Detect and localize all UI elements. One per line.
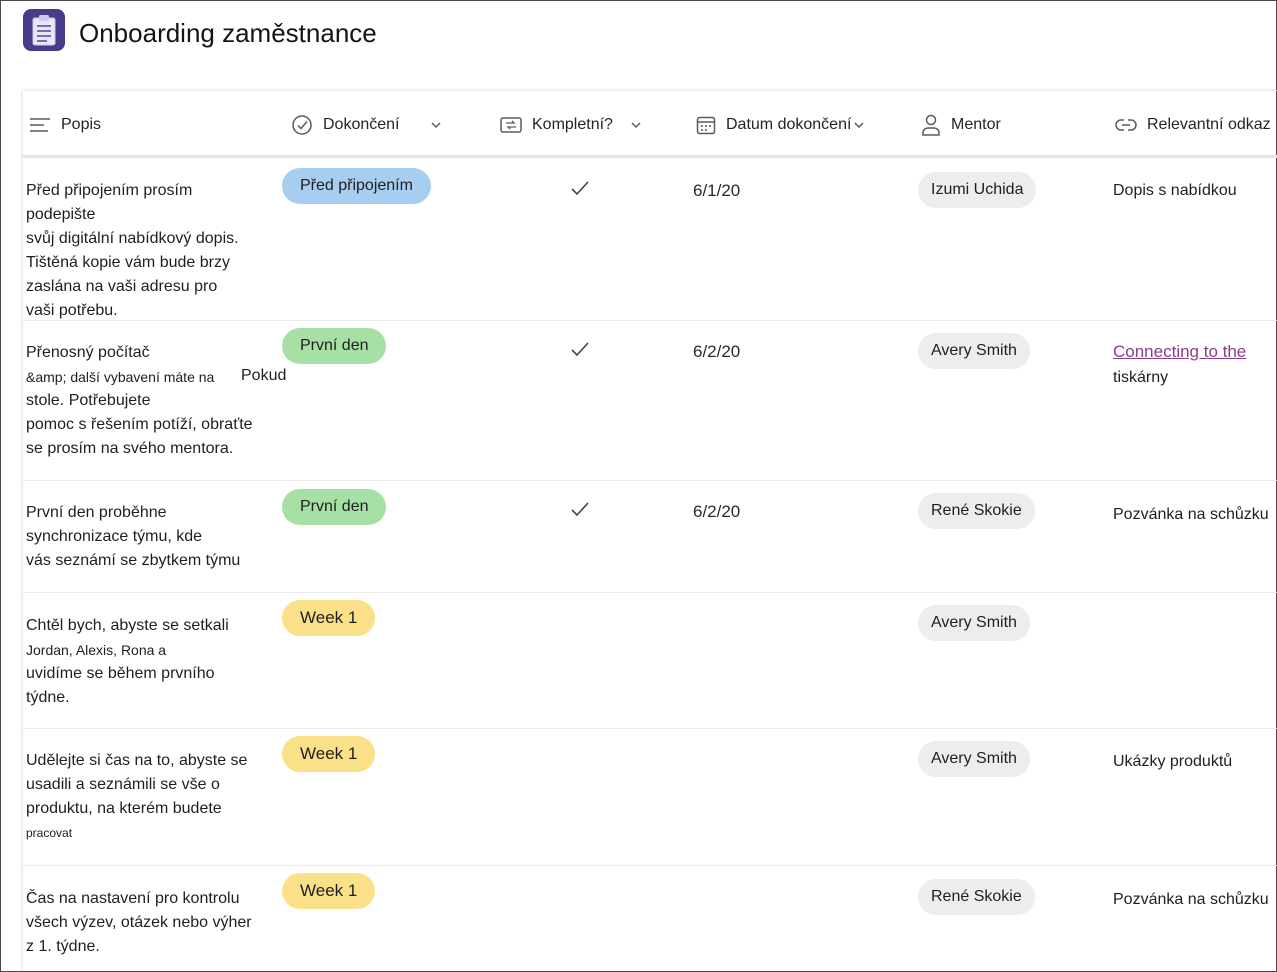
description-line: svůj digitální nabídkový dopis. [26,230,239,247]
description-line: Jordan, Alexis, Rona a [26,642,167,658]
description-line: týdne. [26,689,70,706]
column-label: Relevantní odkaz [1147,116,1271,133]
column-header-popis[interactable]: Popis [29,113,101,137]
column-header-row: Popis Dokončení Kompletní? Datum dokonče… [23,91,1277,158]
description-overflow-text: Pokud [241,367,287,384]
description-line: produktu, na kterém budete [26,800,222,817]
completion-badge[interactable]: První den [282,328,387,364]
description-cell: Čas na nastavení pro kontrolu všech výze… [26,887,266,959]
check-circle-icon [292,115,312,135]
text-lines-icon [30,118,50,132]
person-icon [922,114,940,136]
description-line: vás seznámí se zbytkem týmu [26,552,241,569]
description-line: všech výzev, otázek nebo výher [26,914,252,931]
link-text: tiskárny [1113,369,1169,386]
description-line: První den proběhne [26,504,167,521]
link-cell: Connecting to the tiskárny [1113,339,1246,391]
column-label: Mentor [951,116,1001,133]
description-line: usadili a seznámili se vše o [26,776,220,793]
description-line: uvidíme se během prvního [26,665,215,682]
description-line: pracovat [26,826,73,840]
description-line: z 1. týdne. [26,938,100,955]
table-row[interactable]: Chtěl bych, abyste se setkali Jordan, Al… [23,593,1277,729]
table-row[interactable]: První den proběhne synchronizace týmu, k… [23,481,1277,593]
column-label: Datum dokončení [726,116,852,133]
mentor-chip[interactable]: René Skokie [918,879,1035,915]
checkmark-icon [571,502,589,517]
description-cell: Přenosný počítač &amp; další vybavení má… [26,341,266,461]
completion-badge[interactable]: Před připojením [282,168,431,204]
date-cell: 6/2/20 [693,502,741,521]
column-header-kompletni[interactable]: Kompletní? [500,113,643,137]
description-line: Tištěná kopie vám bude brzy [26,254,230,271]
table-row[interactable]: Před připojením prosím podepište svůj di… [23,161,1277,321]
description-line: Čas na nastavení pro kontrolu [26,890,240,907]
description-line: se prosím na svého mentora. [26,440,234,457]
chevron-down-icon[interactable] [629,119,643,131]
description-cell: Před připojením prosím podepište svůj di… [26,179,266,323]
description-cell: První den proběhne synchronizace týmu, k… [26,501,266,573]
description-line: Přenosný počítač [26,344,150,361]
column-header-datum[interactable]: Datum dokončení [696,113,865,137]
description-line: synchronizace týmu, kde [26,528,203,545]
column-label: Popis [61,116,102,133]
toggle-icon [500,117,522,133]
mentor-chip[interactable]: Avery Smith [918,605,1030,641]
description-line: &amp; další vybavení máte na [26,369,215,385]
description-line: Udělejte si čas na to, abyste se [26,752,248,769]
description-line: zaslána na vaši adresu pro [26,278,218,295]
link-hyperlink[interactable]: Connecting to the [1113,339,1246,365]
onboarding-grid: Popis Dokončení Kompletní? Datum dokonče… [23,90,1277,972]
description-line: pomoc s řešením potíží, obraťte [26,416,253,433]
description-cell: Chtěl bych, abyste se setkali Jordan, Al… [26,614,266,710]
clipboard-icon [23,9,65,51]
link-cell: Pozvánka na schůzku [1113,891,1269,908]
table-row[interactable]: Čas na nastavení pro kontrolu všech výze… [23,866,1277,972]
description-line: Před připojením prosím podepište [26,182,193,223]
mentor-chip[interactable]: Izumi Uchida [918,172,1037,208]
date-cell: 6/1/20 [693,181,741,200]
mentor-chip[interactable]: Avery Smith [918,741,1030,777]
chevron-down-icon[interactable] [416,119,444,131]
chevron-down-icon[interactable] [853,119,865,131]
description-line: stole. Potřebujete [26,392,151,409]
calendar-icon [696,116,716,135]
column-label: Dokončení [323,116,400,133]
page-title: Onboarding zaměstnance [79,18,377,48]
checkmark-icon [571,181,589,196]
date-cell: 6/2/20 [693,342,741,361]
column-header-dokonceni[interactable]: Dokončení [291,113,444,137]
mentor-chip[interactable]: René Skokie [918,493,1035,529]
completion-badge[interactable]: První den [282,489,387,525]
mentor-chip[interactable]: Avery Smith [918,333,1030,369]
table-row[interactable]: Udělejte si čas na to, abyste se usadili… [23,729,1277,866]
column-label: Kompletní? [532,116,613,133]
description-line: vaši potřebu. [26,302,118,319]
app-header: Onboarding zaměstnance [1,1,1276,71]
completion-badge[interactable]: Week 1 [282,600,376,636]
link-icon [1115,119,1137,131]
description-line: Chtěl bych, abyste se setkali [26,617,229,634]
table-row[interactable]: Přenosný počítač &amp; další vybavení má… [23,321,1277,481]
link-cell: Ukázky produktů [1113,753,1233,770]
completion-badge[interactable]: Week 1 [282,873,376,909]
completion-badge[interactable]: Week 1 [282,736,376,772]
description-cell: Udělejte si čas na to, abyste se usadili… [26,749,266,845]
checkmark-icon [571,342,589,357]
link-cell: Pozvánka na schůzku [1113,506,1269,523]
column-header-mentor[interactable]: Mentor [921,113,1001,137]
column-header-odkaz[interactable]: Relevantní odkaz [1115,113,1271,137]
link-cell: Dopis s nabídkou [1113,182,1237,199]
